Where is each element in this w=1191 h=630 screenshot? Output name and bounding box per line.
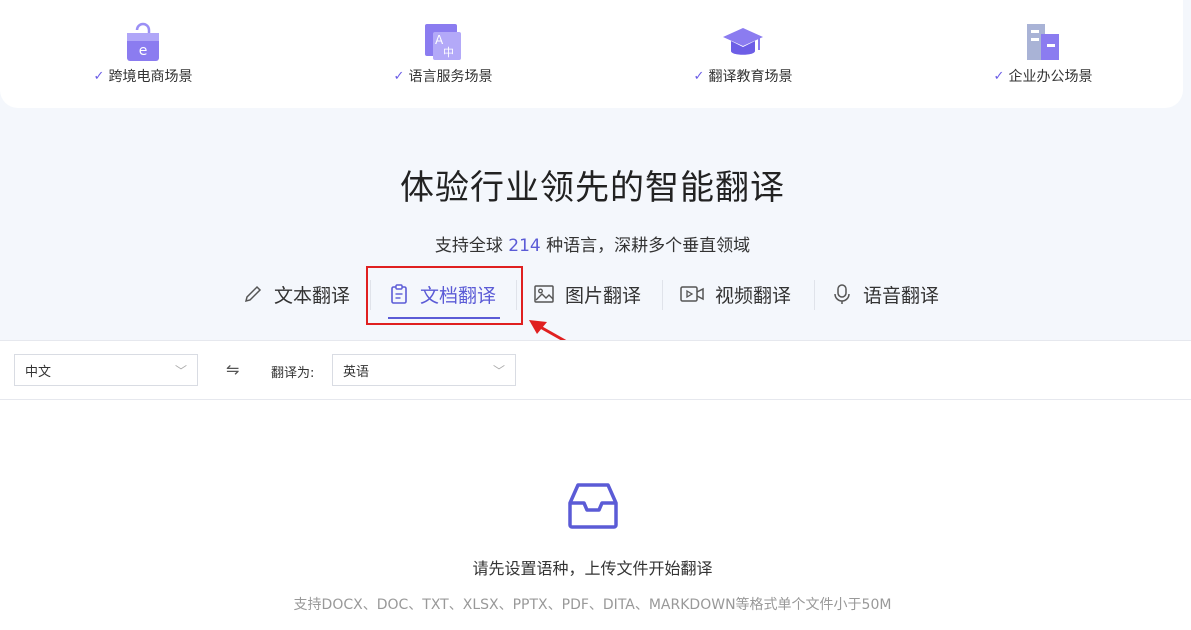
swap-languages-icon[interactable]: ⇋ xyxy=(226,360,239,379)
scene-label: 企业办公场景 xyxy=(1008,69,1093,85)
scene-label: 语言服务场景 xyxy=(408,69,493,85)
source-language-select[interactable]: 中文 ﹀ xyxy=(14,354,198,386)
check-icon: ✓ xyxy=(393,68,405,84)
translate-mode-tabs: 文本翻译 文档翻译 图片翻译 视频翻译 语音翻译 xyxy=(0,274,1185,319)
subtitle-prefix: 支持全球 xyxy=(434,236,503,256)
tab-divider xyxy=(814,280,815,310)
svg-text:中: 中 xyxy=(443,46,454,59)
target-language-select[interactable]: 英语 ﹀ xyxy=(332,354,516,386)
check-icon: ✓ xyxy=(693,68,705,84)
office-building-icon xyxy=(1027,24,1059,60)
tab-video[interactable]: 视频翻译 xyxy=(679,274,791,314)
scene-language-service[interactable]: A 中 ✓ 语言服务场景 xyxy=(363,20,523,86)
source-language-value: 中文 xyxy=(25,364,52,380)
subtitle-suffix: 种语言，深耕多个垂直领域 xyxy=(546,236,751,256)
highlight-box xyxy=(366,266,523,325)
tab-label: 图片翻译 xyxy=(565,284,642,307)
check-icon: ✓ xyxy=(93,68,105,84)
chevron-down-icon: ﹀ xyxy=(174,363,187,378)
language-count: 214 xyxy=(508,236,541,256)
tab-voice[interactable]: 语音翻译 xyxy=(831,274,939,314)
inbox-icon[interactable] xyxy=(568,481,618,531)
pencil-icon xyxy=(244,285,262,303)
scene-office[interactable]: ✓ 企业办公场景 xyxy=(963,20,1123,86)
graduation-cap-icon xyxy=(723,28,763,55)
page-title: 体验行业领先的智能翻译 xyxy=(400,168,785,208)
target-language-value: 英语 xyxy=(343,364,370,380)
tab-label: 视频翻译 xyxy=(715,284,792,307)
scene-ecommerce[interactable]: e ✓ 跨境电商场景 xyxy=(63,20,223,86)
scene-card: e ✓ 跨境电商场景 A 中 ✓ 语言服务场景 ✓ 翻译教育场景 ✓ 企业办公场景 xyxy=(0,0,1183,108)
scene-label: 跨境电商场景 xyxy=(108,69,193,85)
supported-formats: 支持DOCX、DOC、TXT、XLSX、PPTX、PDF、DITA、MARKDO… xyxy=(293,597,892,613)
page-subtitle: 支持全球 214 种语言，深耕多个垂直领域 xyxy=(0,231,1185,256)
tab-divider xyxy=(662,280,663,310)
tab-text[interactable]: 文本翻译 xyxy=(242,274,350,314)
scene-label: 翻译教育场景 xyxy=(708,69,793,85)
tab-label: 文本翻译 xyxy=(274,284,351,307)
translate-icon: A 中 xyxy=(425,24,461,60)
svg-text:A: A xyxy=(435,33,444,47)
language-bar: 中文 ﹀ ⇋ 翻译为: 英语 ﹀ xyxy=(0,341,1191,400)
check-icon: ✓ xyxy=(993,68,1005,84)
scene-education[interactable]: ✓ 翻译教育场景 xyxy=(663,20,823,86)
chevron-down-icon: ﹀ xyxy=(492,363,505,378)
image-icon xyxy=(534,285,554,303)
target-language-label: 翻译为: xyxy=(271,366,315,381)
tab-image[interactable]: 图片翻译 xyxy=(533,274,641,314)
microphone-icon xyxy=(834,284,850,304)
tab-label: 语音翻译 xyxy=(863,284,940,307)
video-icon xyxy=(680,286,704,302)
svg-text:e: e xyxy=(139,43,148,59)
shopping-bag-icon: e xyxy=(127,22,159,61)
workspace-panel: 中文 ﹀ ⇋ 翻译为: 英语 ﹀ 请先设置语种，上传文件开始翻译 支持DOCX、… xyxy=(0,340,1191,630)
upload-prompt: 请先设置语种，上传文件开始翻译 xyxy=(472,559,713,578)
